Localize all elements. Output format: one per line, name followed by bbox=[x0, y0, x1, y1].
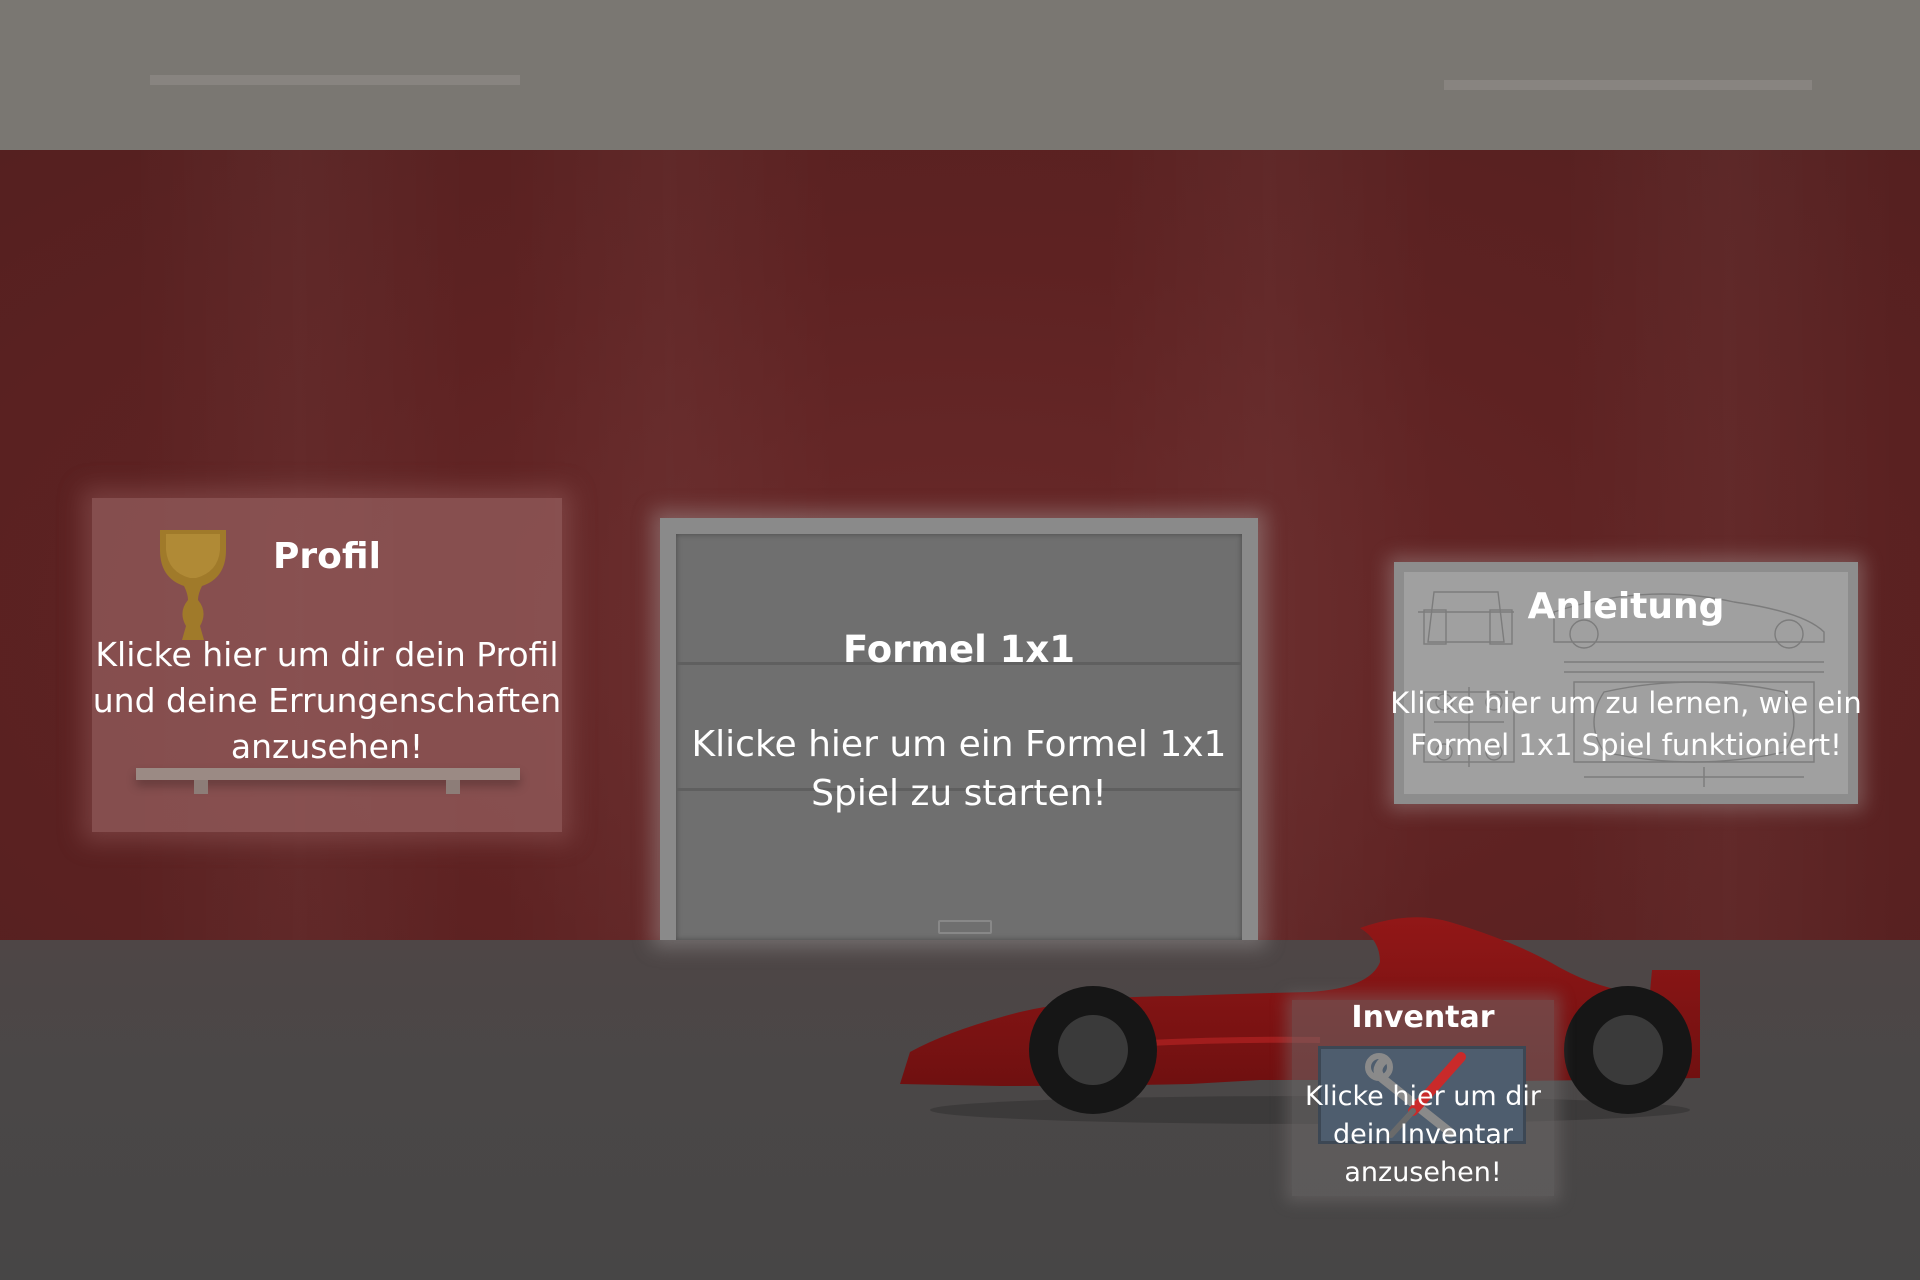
wall-light-stripe bbox=[1560, 150, 1900, 940]
formel-start-button[interactable]: Formel 1x1 Klicke hier um ein Formel 1x1… bbox=[660, 518, 1258, 940]
anleitung-title: Anleitung bbox=[1527, 586, 1725, 627]
anleitung-button[interactable]: Anleitung Klicke hier um zu lernen, wie … bbox=[1390, 562, 1862, 804]
profil-description: Klicke hier um dir dein Profil und deine… bbox=[92, 635, 562, 766]
anleitung-description: Klicke hier um zu lernen, wie ein Formel… bbox=[1390, 686, 1862, 762]
profil-title: Profil bbox=[273, 536, 381, 577]
inventar-button[interactable]: Inventar Klicke hier um dir dein Inventa… bbox=[1292, 1000, 1554, 1196]
shelf-bracket bbox=[194, 780, 208, 794]
ceiling bbox=[0, 0, 1920, 150]
garage-scene: Profil Klicke hier um dir dein Profil un… bbox=[0, 0, 1920, 1280]
shelf-bracket bbox=[446, 780, 460, 794]
profil-button[interactable]: Profil Klicke hier um dir dein Profil un… bbox=[92, 498, 562, 832]
inventar-title: Inventar bbox=[1351, 1000, 1495, 1035]
ceiling-light-right bbox=[1444, 80, 1812, 90]
inventar-description: Klicke hier um dir dein Inventar anzuseh… bbox=[1304, 1081, 1542, 1188]
formel-description: Klicke hier um ein Formel 1x1 Spiel zu s… bbox=[691, 724, 1227, 814]
formel-title: Formel 1x1 bbox=[842, 628, 1075, 671]
ceiling-light-left bbox=[150, 75, 520, 85]
